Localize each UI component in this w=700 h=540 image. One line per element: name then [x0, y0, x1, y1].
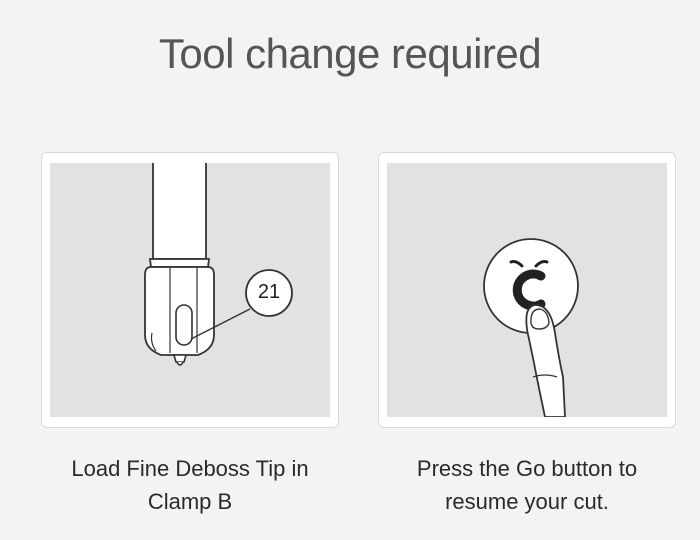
caption-line: Press the Go button to [416, 456, 638, 481]
press-go-button-icon [483, 238, 579, 417]
page-title: Tool change required [158, 30, 542, 77]
tool-number-badge: 21 [257, 281, 281, 303]
fine-deboss-tip-illustration: 21 [50, 163, 330, 417]
press-go-illustration [387, 163, 667, 417]
caption-line: Load Fine Deboss Tip in [71, 456, 309, 481]
step-press-go-card [378, 152, 676, 428]
caption-line: Clamp B [147, 489, 233, 514]
step-load-tool-card: 21 [41, 152, 339, 428]
caption-line: resume your cut. [445, 489, 609, 514]
step-press-go-caption: Press the Go button to resume your cut. [372, 452, 682, 518]
step-load-tool-caption: Load Fine Deboss Tip in Clamp B [35, 452, 345, 518]
